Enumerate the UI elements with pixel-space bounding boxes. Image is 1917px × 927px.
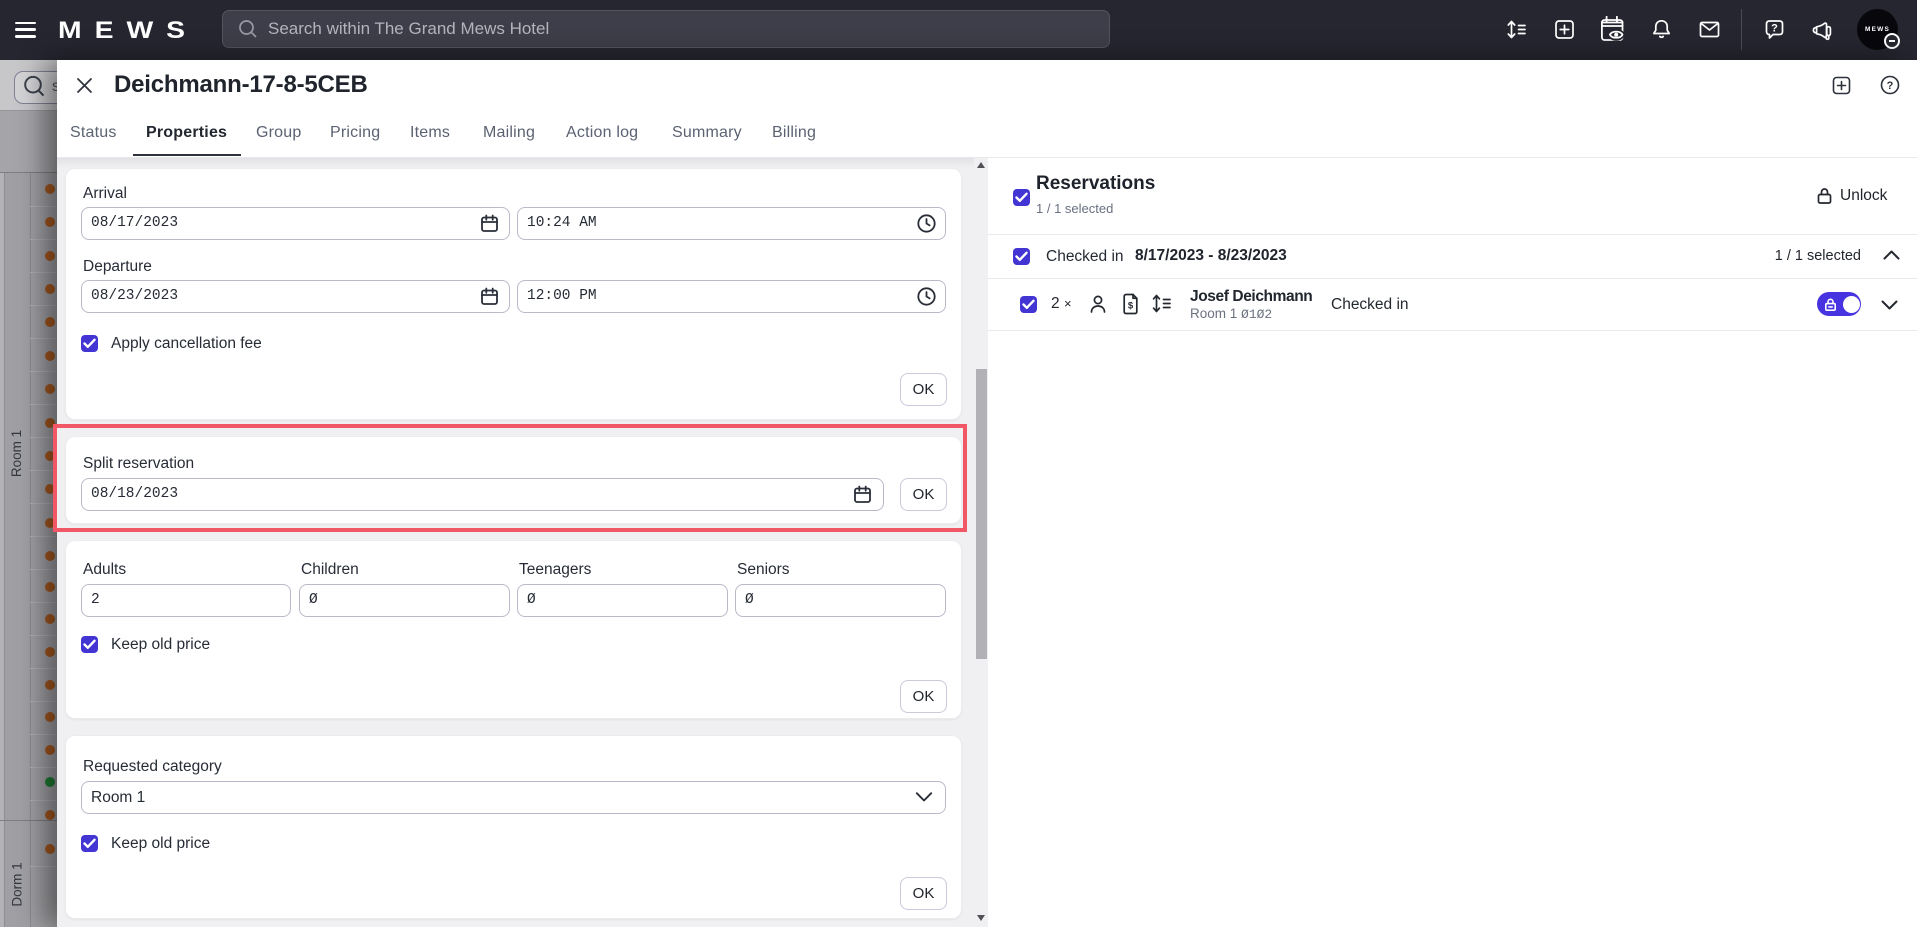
svg-text:?: ?	[1771, 23, 1778, 35]
svg-text:?: ?	[1887, 80, 1894, 92]
svg-text:$: $	[1128, 301, 1134, 312]
